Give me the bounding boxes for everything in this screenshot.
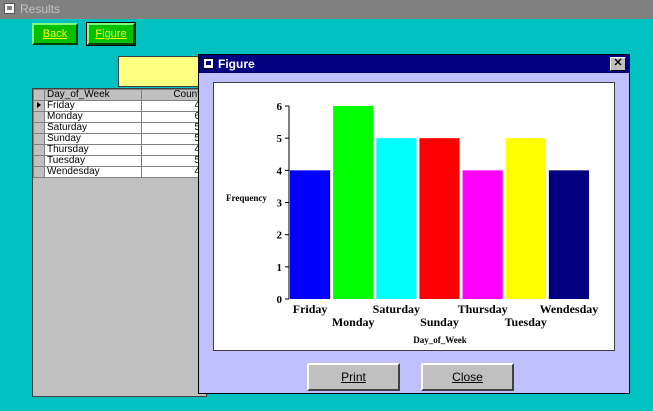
- x-tick-label: Thursday: [458, 302, 508, 316]
- row-selector-header: [33, 89, 45, 101]
- table-row[interactable]: Wendesday 4: [33, 166, 203, 178]
- bar-thursday: [462, 170, 503, 299]
- print-label: Print: [341, 370, 366, 384]
- table-row[interactable]: Saturday 5: [33, 122, 203, 134]
- back-button[interactable]: Back: [32, 23, 78, 45]
- close-label: Close: [452, 370, 483, 384]
- cell-day[interactable]: Sunday: [44, 133, 142, 145]
- print-button[interactable]: Print: [307, 363, 400, 391]
- figure-title: Figure: [218, 57, 255, 71]
- results-window: Results Back Figure Day_of_Week Count Fr…: [0, 0, 653, 411]
- results-titlebar: Results: [0, 0, 653, 19]
- cell-count[interactable]: 5: [141, 133, 203, 145]
- y-tick-label: 0: [277, 294, 283, 306]
- y-tick-label: 1: [277, 262, 283, 274]
- cell-count[interactable]: 4: [141, 144, 203, 156]
- chart-panel: 0 1 2 3 4 5 6 Friday Monday Saturday Sunday Thursda…: [213, 82, 615, 351]
- data-grid[interactable]: Day_of_Week Count Friday 4 Monday 6 Satu…: [32, 88, 207, 397]
- bar-saturday: [376, 138, 417, 299]
- x-tick-label: Monday: [332, 315, 375, 329]
- cell-day[interactable]: Wendesday: [44, 166, 142, 178]
- x-tick-label: Sunday: [420, 315, 459, 329]
- table-row[interactable]: Friday 4: [33, 100, 203, 112]
- close-button[interactable]: Close: [421, 363, 514, 391]
- figure-button[interactable]: Figure: [86, 22, 136, 46]
- bar-tuesday: [505, 138, 546, 299]
- bar-friday: [290, 170, 331, 299]
- row-selector[interactable]: [33, 166, 45, 178]
- bar-monday: [333, 106, 374, 299]
- x-tick-label: Friday: [293, 302, 328, 316]
- figure-titlebar[interactable]: Figure ✕: [199, 55, 629, 73]
- row-selector[interactable]: [33, 122, 45, 134]
- x-tick-label: Tuesday: [505, 315, 547, 329]
- y-tick-label: 2: [277, 230, 283, 242]
- cell-count[interactable]: 4: [141, 166, 203, 178]
- cell-day[interactable]: Thursday: [44, 144, 142, 156]
- x-axis-label: Day_of_Week: [413, 335, 467, 345]
- row-selector[interactable]: [33, 111, 45, 123]
- cell-day[interactable]: Monday: [44, 111, 142, 123]
- y-tick-label: 5: [277, 133, 283, 145]
- table-row[interactable]: Sunday 5: [33, 133, 203, 145]
- row-selector[interactable]: [33, 155, 45, 167]
- cell-count[interactable]: 5: [141, 155, 203, 167]
- y-tick-label: 6: [277, 101, 283, 113]
- y-tick-label: 4: [277, 165, 283, 177]
- y-tick-label: 3: [277, 198, 283, 210]
- figure-window: Figure ✕ 0 1 2 3 4 5 6 Friday Monday Saturday Sund…: [198, 54, 630, 394]
- results-title: Results: [20, 2, 61, 16]
- row-selector[interactable]: [33, 133, 45, 145]
- bar-chart: 0 1 2 3 4 5 6 Friday MondaySaturdaySundayThursda…: [226, 101, 599, 345]
- y-axis-label: Frequency: [226, 193, 267, 203]
- column-header-count[interactable]: Count: [141, 89, 203, 101]
- cell-day[interactable]: Saturday: [44, 122, 142, 134]
- row-selector[interactable]: [33, 100, 45, 112]
- table-row[interactable]: Monday 6: [33, 111, 203, 123]
- window-icon: [203, 58, 214, 69]
- data-table: Day_of_Week Count Friday 4 Monday 6 Satu…: [33, 89, 203, 178]
- bar-wendesday: [548, 170, 589, 299]
- bar-sunday: [419, 138, 460, 299]
- x-tick-label: Wendesday: [540, 302, 599, 316]
- column-header-day[interactable]: Day_of_Week: [44, 89, 142, 101]
- table-row[interactable]: Tuesday 5: [33, 155, 203, 167]
- table-header: Day_of_Week Count: [33, 89, 203, 101]
- current-row-icon: [37, 102, 41, 108]
- cell-count[interactable]: 5: [141, 122, 203, 134]
- cell-day[interactable]: Friday: [44, 100, 142, 112]
- table-row[interactable]: Thursday 4: [33, 144, 203, 156]
- row-selector[interactable]: [33, 144, 45, 156]
- x-tick-label: Saturday: [373, 302, 420, 316]
- cell-count[interactable]: 4: [141, 100, 203, 112]
- close-icon[interactable]: ✕: [610, 57, 626, 71]
- window-icon: [4, 3, 15, 14]
- cell-count[interactable]: 6: [141, 111, 203, 123]
- cell-day[interactable]: Tuesday: [44, 155, 142, 167]
